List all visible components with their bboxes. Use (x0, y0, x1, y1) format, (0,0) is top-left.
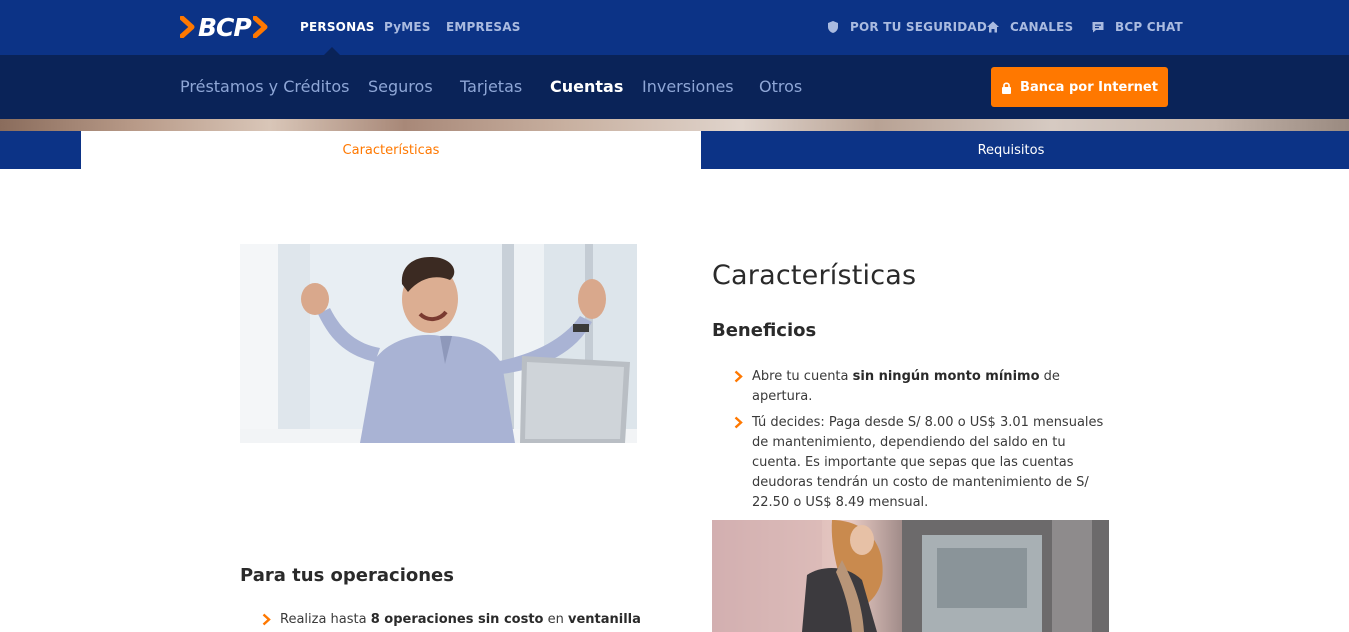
nav-inversiones[interactable]: Inversiones (642, 77, 734, 96)
nav-cuentas[interactable]: Cuentas (550, 77, 623, 96)
operation-text-bold2: ventanilla (567, 612, 641, 627)
active-segment-caret (324, 47, 340, 55)
benefit-text-bold: sin ningún monto mínimo (852, 369, 1040, 384)
logo-text: BCP (198, 12, 252, 42)
hero-image-strip (0, 119, 1349, 131)
home-icon (987, 21, 999, 33)
chevron-right-icon (734, 370, 743, 383)
operation-text-mid: en (543, 612, 568, 627)
nav-prestamos[interactable]: Préstamos y Créditos (180, 77, 349, 96)
tab-caracteristicas[interactable]: Características (81, 131, 701, 169)
tab-bar: Características Requisitos (0, 131, 1349, 169)
chevron-right-icon (734, 416, 743, 429)
shield-icon (828, 21, 838, 33)
woman-atm-photo (712, 520, 1109, 632)
nav-tarjetas[interactable]: Tarjetas (460, 77, 522, 96)
nav-otros[interactable]: Otros (759, 77, 802, 96)
product-nav: Préstamos y Créditos Seguros Tarjetas Cu… (0, 55, 1349, 119)
benefit-text-pre: Abre tu cuenta (752, 369, 853, 384)
segment-pymes[interactable]: PyMES (384, 20, 431, 34)
operation-text-pre: Realiza hasta (280, 612, 371, 627)
tab-requisitos[interactable]: Requisitos (701, 131, 1321, 169)
operations-title: Para tus operaciones (240, 565, 454, 586)
benefit-text-pre: Tú decides: Paga desde S/ 8.00 o US$ 3.0… (752, 415, 1104, 510)
util-canales-label: CANALES (1010, 20, 1074, 34)
chevron-right-icon (262, 613, 271, 626)
segment-personas[interactable]: PERSONAS (300, 20, 375, 34)
operations-list: Realiza hasta 8 operaciones sin costo en… (262, 610, 662, 630)
util-seguridad-label: POR TU SEGURIDAD (850, 20, 988, 34)
page-title: Características (712, 260, 917, 291)
util-bcp-chat-label: BCP CHAT (1115, 20, 1183, 34)
benefits-list: Abre tu cuenta sin ningún monto mínimo d… (734, 367, 1109, 519)
happy-man-photo (240, 244, 637, 443)
top-bar: BCP PERSONAS PyMES EMPRESAS POR TU SEGUR… (0, 0, 1349, 55)
segment-empresas[interactable]: EMPRESAS (446, 20, 521, 34)
logo-chevron-right-icon (252, 16, 268, 38)
list-item: Tú decides: Paga desde S/ 8.00 o US$ 3.0… (734, 413, 1109, 513)
nav-seguros[interactable]: Seguros (368, 77, 433, 96)
operation-text-bold: 8 operaciones sin costo (370, 612, 544, 627)
list-item: Abre tu cuenta sin ningún monto mínimo d… (734, 367, 1109, 407)
util-seguridad[interactable]: POR TU SEGURIDAD (826, 20, 987, 34)
benefits-title: Beneficios (712, 320, 817, 341)
util-canales[interactable]: CANALES (986, 20, 1073, 34)
list-item: Realiza hasta 8 operaciones sin costo en… (262, 610, 662, 630)
banca-por-internet-button[interactable]: Banca por Internet (991, 67, 1168, 107)
logo-chevron-left-icon (180, 16, 195, 38)
chat-icon (1092, 22, 1104, 33)
util-bcp-chat[interactable]: BCP CHAT (1091, 20, 1183, 34)
bcp-logo[interactable]: BCP (180, 12, 269, 42)
banca-por-internet-label: Banca por Internet (1020, 79, 1158, 95)
lock-icon (1002, 82, 1012, 94)
